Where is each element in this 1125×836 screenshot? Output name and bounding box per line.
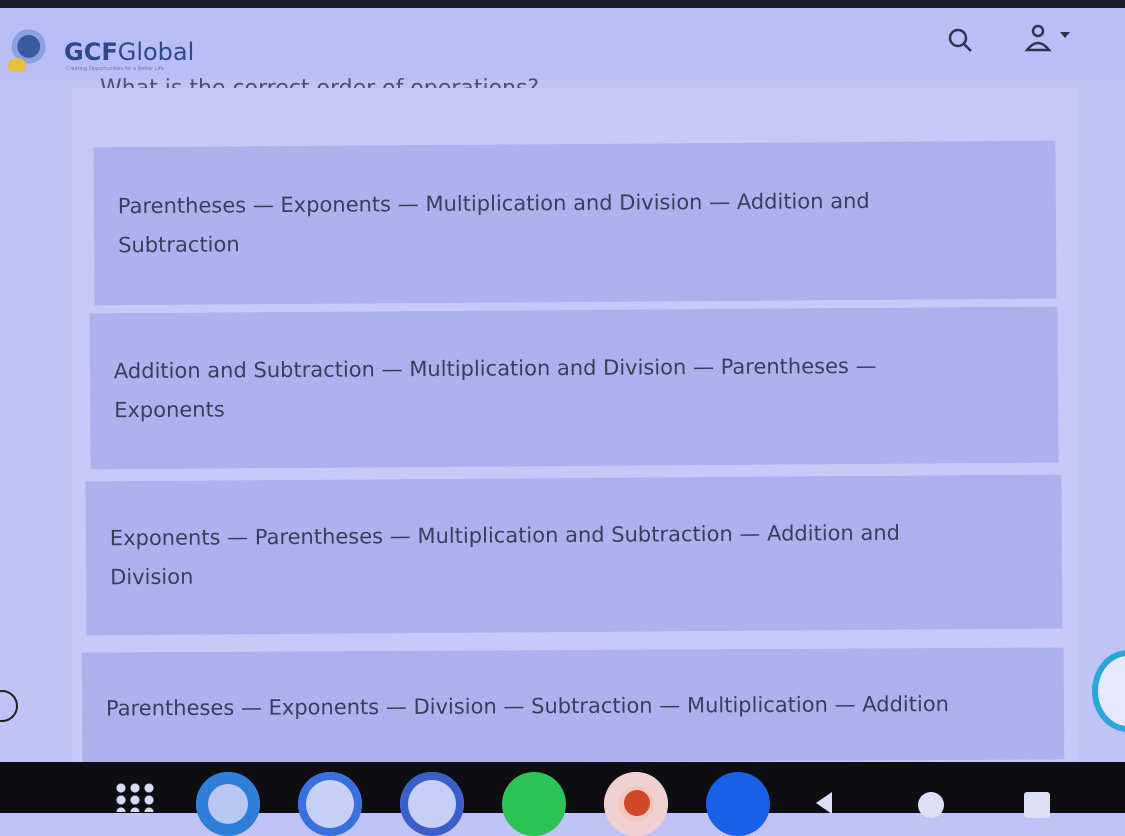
- previous-button[interactable]: [0, 690, 18, 722]
- answer-option-3[interactable]: Exponents — Parentheses — Multiplication…: [85, 474, 1063, 636]
- option-text: Parentheses — Exponents — Multiplication…: [117, 188, 870, 219]
- home-nav-icon[interactable]: [918, 792, 944, 818]
- android-taskbar: [0, 762, 1125, 836]
- search-icon[interactable]: [946, 26, 974, 54]
- brand-bold: GCF: [64, 38, 118, 66]
- facebook-app-icon[interactable]: [706, 772, 770, 836]
- option-text: Exponents — Parentheses — Multiplication…: [109, 520, 901, 551]
- brand-light: Global: [117, 38, 195, 66]
- brand-tagline: Creating Opportunities for a Better Life: [66, 66, 164, 72]
- screen-bezel: [0, 0, 1125, 8]
- brand-logo[interactable]: GCFGlobal: [64, 38, 194, 66]
- back-nav-icon[interactable]: [814, 792, 834, 814]
- floating-assistant-button[interactable]: [1092, 650, 1125, 732]
- option-text: Addition and Subtraction — Multiplicatio…: [113, 353, 877, 384]
- powerpoint-app-icon[interactable]: [604, 772, 668, 836]
- app-drawer-icon[interactable]: [114, 782, 156, 812]
- option-text: Division: [110, 564, 194, 590]
- answer-option-4[interactable]: Parentheses — Exponents — Division — Sub…: [81, 647, 1065, 765]
- answer-option-2[interactable]: Addition and Subtraction — Multiplicatio…: [89, 306, 1059, 470]
- camera-app-icon[interactable]: [400, 772, 464, 836]
- option-text: Exponents: [114, 397, 225, 423]
- recents-nav-icon[interactable]: [1024, 792, 1050, 818]
- answer-option-1[interactable]: Parentheses — Exponents — Multiplication…: [93, 140, 1057, 306]
- whatsapp-app-icon[interactable]: [502, 772, 566, 836]
- option-text: Subtraction: [118, 232, 240, 258]
- phone-app-icon[interactable]: [298, 772, 362, 836]
- user-icon[interactable]: [1022, 24, 1074, 54]
- option-text: Parentheses — Exponents — Division — Sub…: [105, 691, 950, 720]
- site-header: GCFGlobal Creating Opportunities for a B…: [0, 8, 1125, 80]
- gcf-logo-icon[interactable]: [8, 28, 54, 74]
- edge-app-icon[interactable]: [196, 772, 260, 836]
- question-text: What is the correct order of operations?: [100, 74, 539, 88]
